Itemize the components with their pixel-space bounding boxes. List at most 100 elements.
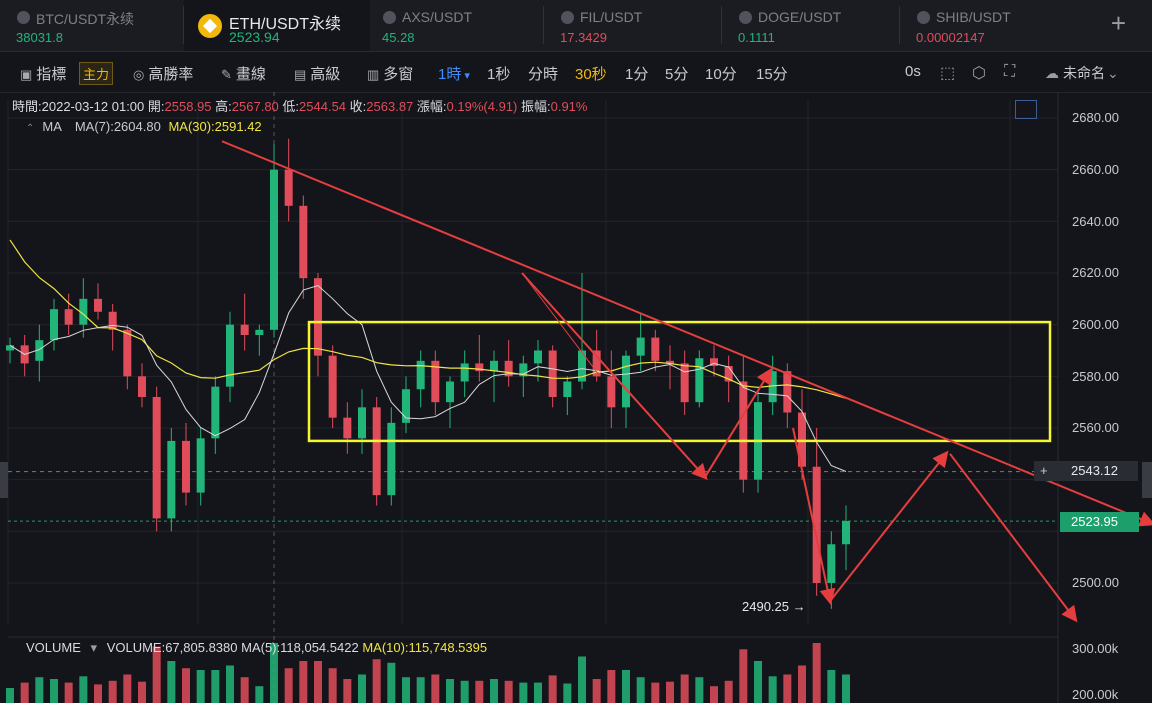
price-tick: 2600.00 [1072,317,1119,332]
volume-bar [358,674,366,703]
multi-window-button[interactable]: ▥ 多窗 [367,63,413,84]
low-marker: 2490.25 → [742,599,806,614]
interval-10m[interactable]: 10分 [705,63,737,84]
pencil-icon: ✎ [221,67,232,82]
candle-body [64,309,73,325]
price-tick: 2660.00 [1072,162,1119,177]
target-icon: ◎ [133,67,145,82]
volume-bar [592,679,601,703]
change-label: 漲幅: [416,99,447,114]
volume-bar [490,679,498,703]
fullscreen-icon[interactable]: ⛶ [1004,63,1015,81]
volume-bar [724,680,733,703]
low-value: 2544.54 [299,99,347,114]
layout-name: 未命名 [1063,65,1105,81]
interval-time-sharing[interactable]: 分時 [528,63,558,84]
tab-doge[interactable]: DOGE/USDT 0.1111 [722,0,898,51]
time-label: 時間: [12,99,42,114]
candle-body [6,345,14,351]
volume-bar [446,679,454,703]
candle-body [372,407,381,496]
volume-bar [666,681,674,703]
volume-bar [299,661,308,703]
volume-bar [812,643,821,703]
volume-bar [475,680,484,703]
candle-body [255,329,264,335]
volume-bar [387,662,396,703]
layout-selector[interactable]: ☁ 未命名 ⌄ [1045,63,1119,83]
volume-bar [6,688,14,703]
interval-5m[interactable]: 5分 [665,63,688,84]
chevron-down-icon[interactable]: ▾ [91,640,98,655]
ma7-line [9,284,847,472]
volume-bar [314,661,322,703]
screenshot-icon[interactable]: ⬚ [940,63,955,83]
volume-bar [607,670,616,703]
tab-price: 38031.8 [16,30,63,45]
ma30-line [9,239,847,399]
ma30-value: MA(30):2591.42 [168,119,262,134]
indicator-button[interactable]: ▣ 指標 [20,63,66,84]
chevron-down-icon: ▾ [464,70,470,82]
tab-shib[interactable]: SHIB/USDT 0.00002147 [900,0,1076,51]
cloud-icon: ☁ [1045,65,1059,81]
tab-eth-active[interactable]: ETH/USDT永续 2523.94 [184,0,370,51]
expand-icon[interactable] [1015,100,1037,119]
interval-1h-dropdown[interactable]: 1時 ▾ [438,63,470,84]
btc-coin-icon [17,11,30,24]
scroll-left-handle[interactable] [0,462,8,498]
win-rate-button[interactable]: ◎ 高勝率 [133,63,193,84]
volume-title: VOLUME [26,640,81,655]
amplitude-label: 振幅: [520,99,551,114]
volume-bar [402,677,410,703]
interval-30s[interactable]: 30秒 [575,63,607,84]
price-tick: 2680.00 [1072,110,1119,125]
volume-bar [710,686,718,703]
volume-bar [167,661,176,703]
collapse-icon[interactable]: ⌃ [26,123,34,134]
main-force-badge[interactable]: 主力 [79,62,114,85]
volume-bar [79,676,88,703]
interval-15m[interactable]: 15分 [756,63,788,84]
volume-bar [548,675,557,703]
tab-name: SHIB/USDT [936,9,1011,25]
candle-body [108,311,117,330]
volume-bar [50,679,58,703]
candle-body [270,169,278,330]
candle-body [343,417,352,439]
volume-bar [739,649,748,703]
volume-bar [64,682,73,703]
crosshair-price-tag: + 2543.12 [1034,461,1138,481]
candle-body [358,407,366,439]
candle-body [226,324,234,387]
volume-legend: VOLUME ▾ VOLUME:67,805.8380 MA(5):118,05… [26,640,487,656]
tab-btc[interactable]: BTC/USDT永续 38031.8 [0,0,182,51]
fil-coin-icon [561,11,574,24]
tab-axs[interactable]: AXS/USDT 45.28 [366,0,542,51]
scroll-right-handle[interactable] [1142,462,1152,498]
amplitude-value: 0.91% [550,99,588,114]
draw-button[interactable]: ✎ 畫線 [221,63,266,84]
candle-body [783,371,792,413]
settings-icon[interactable]: ⬡ [972,63,986,83]
shib-coin-icon [917,11,930,24]
volume-bar [328,668,337,703]
interval-1m[interactable]: 1分 [625,63,648,84]
binance-coin-icon [198,14,222,38]
plus-icon[interactable]: + [1040,461,1048,481]
axs-coin-icon [383,11,396,24]
change-value: 0.19%(4.91) [446,99,518,114]
tab-fil[interactable]: FIL/USDT 17.3429 [544,0,720,51]
add-tab-icon[interactable]: + [1111,10,1126,36]
doge-coin-icon [739,11,752,24]
tab-name: BTC/USDT永续 [36,11,134,27]
candle-body [680,363,689,403]
advanced-button[interactable]: ▤ 高級 [294,63,340,84]
interval-1s[interactable]: 1秒 [487,63,510,84]
columns-icon: ▥ [367,67,380,82]
volume-bar [504,680,513,703]
candlestick-chart[interactable] [0,92,1152,703]
candle-body [211,386,220,439]
candle-body [739,381,748,480]
tab-divider [721,6,722,44]
